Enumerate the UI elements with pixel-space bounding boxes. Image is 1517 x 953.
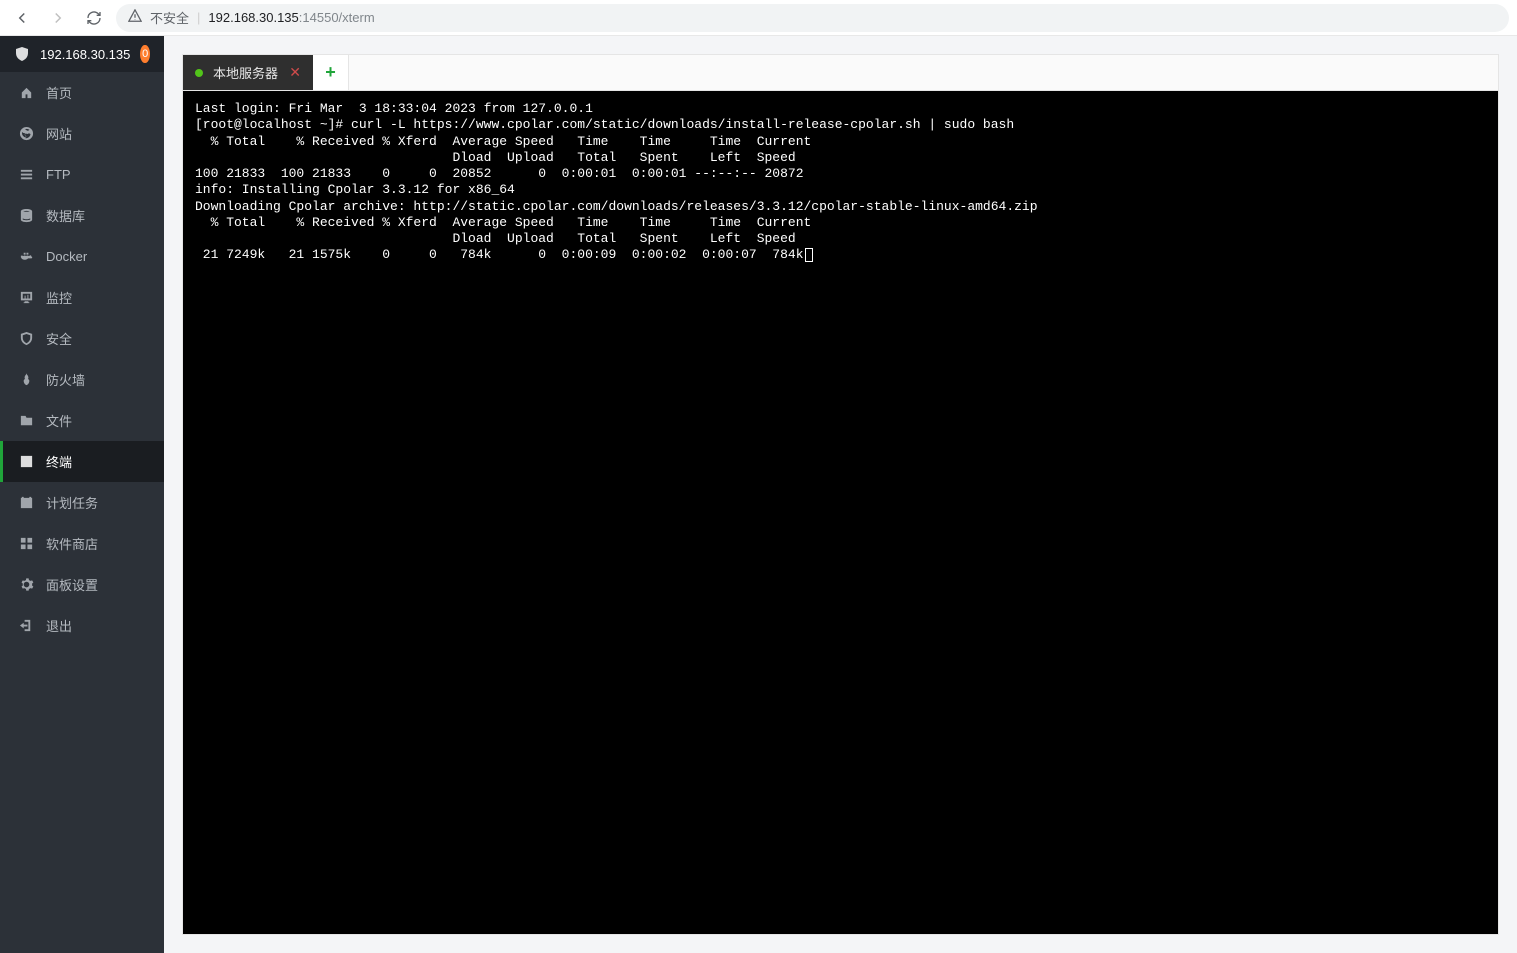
home-icon <box>18 85 34 101</box>
terminal-icon <box>18 454 34 470</box>
sidebar-item-label: 网站 <box>46 124 72 143</box>
appstore-icon <box>18 536 34 552</box>
sidebar-item-firewall[interactable]: 防火墙 <box>0 359 164 400</box>
sidebar-ip: 192.168.30.135 <box>40 47 130 62</box>
sidebar-item-label: 数据库 <box>46 206 85 225</box>
sidebar-item-files[interactable]: 文件 <box>0 400 164 441</box>
terminal-card: 本地服务器 ✕ + Last login: Fri Mar 3 18:33:04… <box>182 54 1499 935</box>
database-icon <box>18 208 34 224</box>
logout-icon <box>18 618 34 634</box>
main-content: 本地服务器 ✕ + Last login: Fri Mar 3 18:33:04… <box>164 36 1517 953</box>
firewall-icon <box>18 372 34 388</box>
url-text: 192.168.30.135:14550/xterm <box>208 10 374 25</box>
sidebar-item-settings[interactable]: 面板设置 <box>0 564 164 605</box>
sidebar-item-docker[interactable]: Docker <box>0 236 164 277</box>
sidebar-item-label: 首页 <box>46 83 72 102</box>
docker-icon <box>18 249 34 265</box>
gear-icon <box>18 577 34 593</box>
sidebar-item-terminal[interactable]: 终端 <box>0 441 164 482</box>
sidebar: 192.168.30.135 0 首页网站 FTP 数据库 Docker 监控安全防火墙… <box>0 36 164 953</box>
terminal-output[interactable]: Last login: Fri Mar 3 18:33:04 2023 from… <box>183 91 1498 934</box>
sidebar-item-label: 计划任务 <box>46 493 98 512</box>
terminal-tab-active[interactable]: 本地服务器 ✕ <box>183 55 313 90</box>
security-label: 不安全 <box>150 8 189 27</box>
sidebar-item-home[interactable]: 首页 <box>0 72 164 113</box>
calendar-icon <box>18 495 34 511</box>
sidebar-item-db[interactable]: 数据库 <box>0 195 164 236</box>
sidebar-badge: 0 <box>140 45 150 63</box>
panel-shield-icon <box>14 46 30 62</box>
terminal-tab-bar: 本地服务器 ✕ + <box>183 55 1498 91</box>
sidebar-item-web[interactable]: 网站 <box>0 113 164 154</box>
sidebar-header[interactable]: 192.168.30.135 0 <box>0 36 164 72</box>
sidebar-item-label: 监控 <box>46 288 72 307</box>
sidebar-item-label: 终端 <box>46 452 72 471</box>
sidebar-item-label: 软件商店 <box>46 534 98 553</box>
sidebar-item-store[interactable]: 软件商店 <box>0 523 164 564</box>
terminal-tab-label: 本地服务器 <box>213 63 278 82</box>
sidebar-item-label: 防火墙 <box>46 370 85 389</box>
sidebar-item-monitor[interactable]: 监控 <box>0 277 164 318</box>
ftp-icon <box>18 167 34 183</box>
globe-icon <box>18 126 34 142</box>
sidebar-item-label: Docker <box>46 249 87 264</box>
sidebar-item-ftp[interactable]: FTP <box>0 154 164 195</box>
sidebar-item-cron[interactable]: 计划任务 <box>0 482 164 523</box>
sidebar-item-logout[interactable]: 退出 <box>0 605 164 646</box>
folder-icon <box>18 413 34 429</box>
close-tab-button[interactable]: ✕ <box>289 64 301 81</box>
nav-back-button[interactable] <box>8 4 36 32</box>
nav-forward-button[interactable] <box>44 4 72 32</box>
status-dot-icon <box>195 69 203 77</box>
sidebar-item-label: 文件 <box>46 411 72 430</box>
address-bar[interactable]: 不安全 | 192.168.30.135:14550/xterm <box>116 4 1509 32</box>
sidebar-item-label: 退出 <box>46 616 72 635</box>
shield-icon <box>18 331 34 347</box>
sidebar-item-label: 面板设置 <box>46 575 98 594</box>
warning-icon <box>128 9 142 26</box>
add-tab-button[interactable]: + <box>313 55 349 90</box>
sidebar-item-security[interactable]: 安全 <box>0 318 164 359</box>
sidebar-item-label: 安全 <box>46 329 72 348</box>
nav-reload-button[interactable] <box>80 4 108 32</box>
browser-toolbar: 不安全 | 192.168.30.135:14550/xterm <box>0 0 1517 36</box>
sidebar-item-label: FTP <box>46 167 71 182</box>
monitor-icon <box>18 290 34 306</box>
